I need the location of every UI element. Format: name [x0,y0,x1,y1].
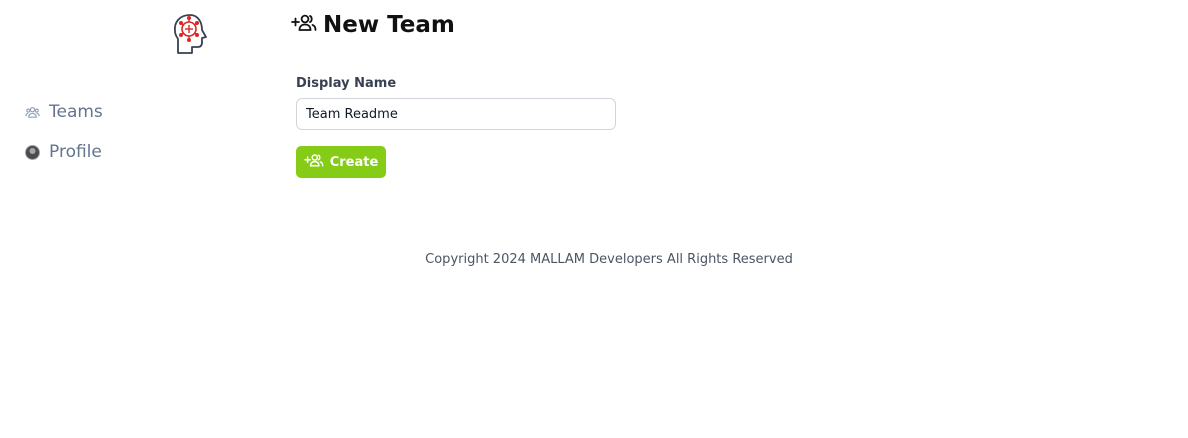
new-team-form: Display Name Create [296,76,616,178]
page-header: New Team [291,12,455,38]
sidebar-item-label: Profile [49,142,102,162]
footer-copyright: Copyright 2024 MALLAM Developers All Rig… [425,252,793,267]
brain-head-icon[interactable] [170,12,212,58]
sidebar-item-profile[interactable]: Profile [24,142,102,162]
avatar [25,144,40,160]
create-button-label: Create [329,154,379,170]
create-button[interactable]: Create [296,146,386,178]
page-title: New Team [323,12,455,38]
user-add-icon [291,13,317,37]
user-add-icon [303,153,324,172]
users-icon [24,104,41,121]
display-name-label: Display Name [296,76,397,91]
display-name-input[interactable] [296,98,616,130]
sidebar-item-label: Teams [49,102,103,122]
sidebar-item-teams[interactable]: Teams [24,102,103,122]
